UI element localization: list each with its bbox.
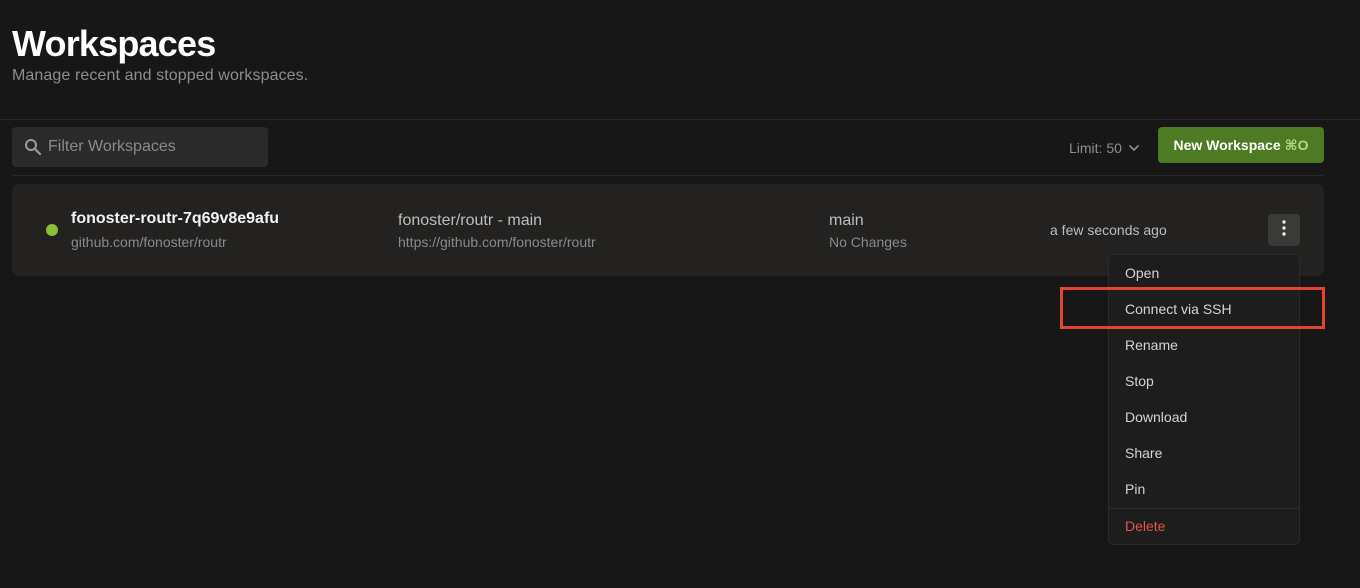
- menu-item-open[interactable]: Open: [1125, 265, 1159, 281]
- workspaces-page: Workspaces Manage recent and stopped wor…: [0, 0, 1360, 588]
- page-header: Workspaces Manage recent and stopped wor…: [12, 24, 308, 85]
- menu-item-stop[interactable]: Stop: [1125, 373, 1154, 389]
- limit-dropdown[interactable]: Limit: 50: [1069, 138, 1140, 158]
- workspace-repo-title: fonoster/routr - main: [398, 212, 543, 229]
- new-workspace-button[interactable]: New Workspace ⌘O: [1158, 127, 1324, 163]
- workspace-context-menu: Open Connect via SSH Rename Stop Downloa…: [1108, 254, 1300, 545]
- menu-item-pin[interactable]: Pin: [1125, 481, 1145, 497]
- page-title: Workspaces: [12, 23, 216, 64]
- page-subtitle: Manage recent and stopped workspaces.: [12, 67, 309, 84]
- workspace-source: github.com/fonoster/routr: [71, 234, 227, 250]
- menu-item-connect-ssh[interactable]: Connect via SSH: [1125, 301, 1232, 317]
- status-dot: [46, 224, 58, 236]
- header-divider: [0, 119, 1360, 120]
- workspace-branch: main: [829, 212, 864, 229]
- new-workspace-label: New Workspace: [1173, 137, 1281, 153]
- menu-item-delete[interactable]: Delete: [1125, 518, 1165, 534]
- search-box[interactable]: [12, 127, 268, 167]
- workspace-name: fonoster-routr-7q69v8e9afu: [71, 210, 280, 227]
- toolbar-divider: [12, 175, 1324, 176]
- new-workspace-shortcut: ⌘O: [1284, 136, 1309, 153]
- search-input[interactable]: [48, 138, 258, 156]
- menu-item-download[interactable]: Download: [1125, 409, 1187, 425]
- menu-divider: [1109, 508, 1299, 509]
- workspace-last-active: a few seconds ago: [1050, 222, 1167, 238]
- workspace-repo-url: https://github.com/fonoster/routr: [398, 234, 596, 250]
- chevron-down-icon: [1128, 142, 1140, 154]
- workspace-menu-button[interactable]: [1268, 214, 1300, 246]
- search-icon: [24, 138, 42, 156]
- menu-item-share[interactable]: Share: [1125, 445, 1162, 461]
- limit-label: Limit: 50: [1069, 140, 1122, 156]
- more-vertical-icon: [1282, 219, 1286, 241]
- workspace-changes: No Changes: [829, 234, 907, 250]
- menu-item-rename[interactable]: Rename: [1125, 337, 1178, 353]
